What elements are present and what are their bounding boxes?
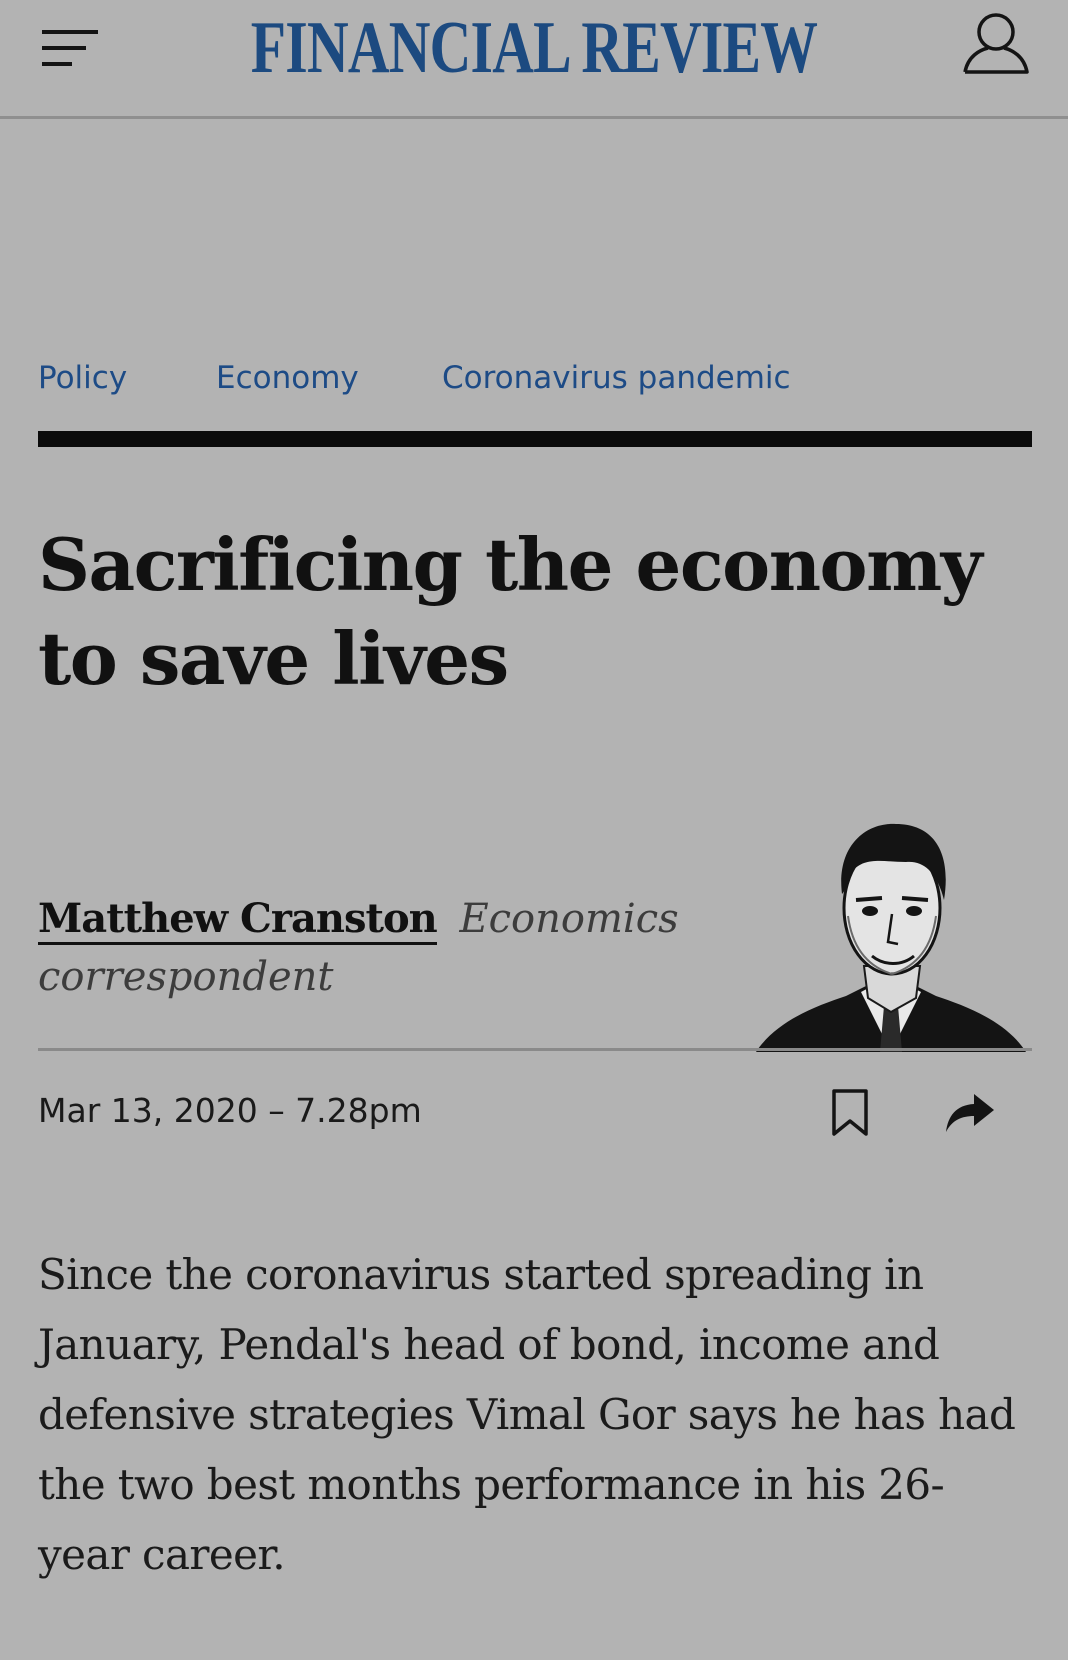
byline: Matthew Cranston Economics correspondent — [38, 890, 738, 1006]
byline-divider — [38, 1048, 1032, 1051]
author-name-link[interactable]: Matthew Cranston — [38, 895, 438, 945]
article-body-paragraph: Since the coronavirus started spreading … — [38, 1250, 1016, 1579]
bookmark-button[interactable] — [828, 1088, 872, 1138]
top-bar: FINANCIAL REVIEW — [0, 0, 1068, 119]
tag-economy[interactable]: Economy — [216, 360, 359, 396]
hamburger-menu-icon — [42, 30, 98, 66]
article-headline: Sacrificing the economy to save lives — [38, 522, 983, 701]
bookmark-icon — [832, 1089, 868, 1136]
tag-coronavirus-pandemic[interactable]: Coronavirus pandemic — [442, 360, 791, 396]
author-portrait — [756, 823, 1026, 1052]
section-divider — [38, 431, 1032, 447]
menu-button[interactable] — [40, 26, 102, 74]
masthead-logo[interactable]: FINANCIAL REVIEW — [117, 10, 950, 86]
account-button[interactable] — [960, 8, 1032, 78]
share-button[interactable] — [944, 1092, 996, 1136]
user-account-icon — [963, 13, 1029, 74]
tag-policy[interactable]: Policy — [38, 360, 127, 396]
publish-timestamp: Mar 13, 2020 – 7.28pm — [38, 1091, 422, 1130]
share-arrow-icon — [946, 1094, 994, 1132]
article-page: FINANCIAL REVIEW Policy Economy Coronavi… — [0, 0, 1068, 1660]
